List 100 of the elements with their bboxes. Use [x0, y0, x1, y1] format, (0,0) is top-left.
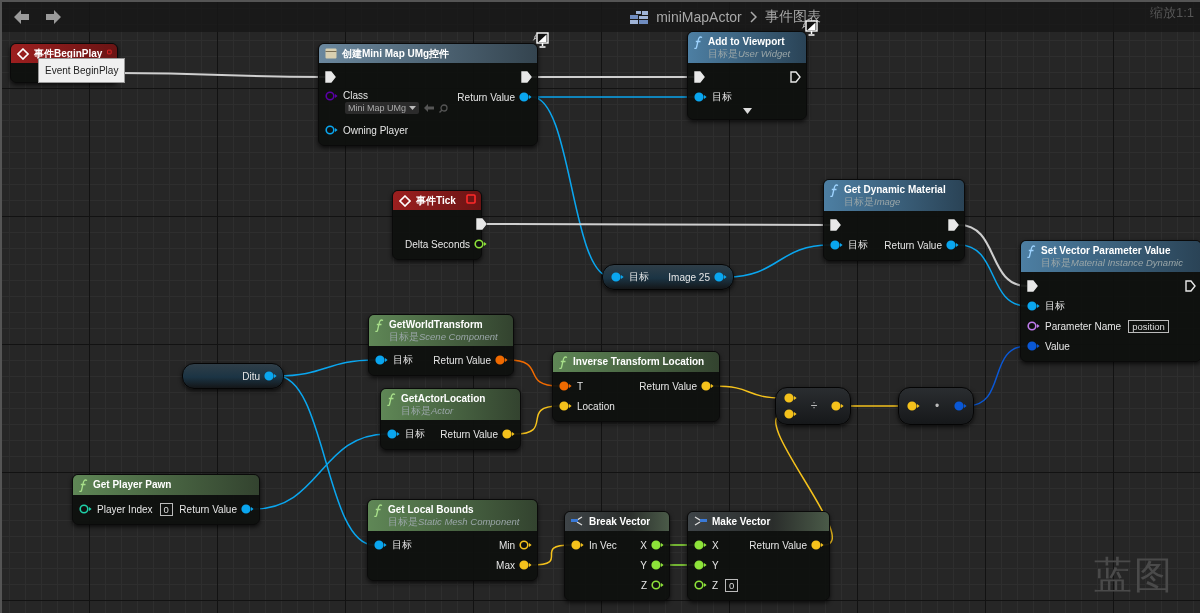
- exec-pin[interactable]: [1185, 280, 1196, 292]
- blueprint-name[interactable]: miniMapActor: [656, 9, 742, 25]
- exec-pin[interactable]: [948, 219, 959, 231]
- pin-label: T: [577, 380, 584, 392]
- pin-label: Return Value: [440, 428, 498, 440]
- data-pin[interactable]: [375, 355, 388, 365]
- exec-pin[interactable]: [1027, 280, 1038, 292]
- delegate-pin[interactable]: [466, 194, 476, 204]
- value-field[interactable]: 0: [159, 502, 173, 516]
- data-pin[interactable]: [651, 540, 664, 550]
- pin-label: Return Value: [433, 354, 491, 366]
- data-pin[interactable]: [387, 429, 400, 439]
- node-subtitle: 目标是Image: [844, 196, 902, 208]
- data-pin[interactable]: [701, 381, 714, 391]
- pin-label: 目标: [1045, 299, 1065, 313]
- diamond-icon: [17, 48, 29, 60]
- data-pin[interactable]: [571, 540, 584, 550]
- pin-label: Player Index: [97, 503, 153, 515]
- data-pin[interactable]: [694, 540, 707, 550]
- blueprint-icon: [630, 10, 649, 24]
- data-pin[interactable]: [264, 371, 277, 381]
- exec-pin[interactable]: [476, 218, 488, 230]
- operator-symbol: •: [934, 399, 940, 413]
- data-pin[interactable]: [1027, 301, 1040, 311]
- function-icon: [375, 319, 384, 332]
- function-icon: [374, 504, 383, 517]
- operator-symbol: ÷: [810, 399, 818, 413]
- node-title: Set Vector Parameter Value: [1041, 244, 1172, 257]
- data-pin[interactable]: [830, 240, 843, 250]
- data-pin[interactable]: [907, 401, 920, 411]
- data-pin[interactable]: [519, 540, 532, 550]
- box-icon: [325, 48, 337, 59]
- pin-label: In Vec: [589, 539, 617, 551]
- data-pin[interactable]: [495, 355, 508, 365]
- node-title: 事件Tick: [416, 194, 457, 207]
- data-pin[interactable]: [519, 560, 532, 570]
- data-pin[interactable]: [474, 239, 488, 249]
- search-icon[interactable]: [439, 103, 448, 113]
- data-pin[interactable]: [559, 401, 572, 411]
- node-title: Get Local Bounds: [388, 503, 475, 516]
- data-pin[interactable]: [694, 560, 707, 570]
- data-pin[interactable]: [502, 429, 515, 439]
- pin-label: Delta Seconds: [405, 238, 471, 250]
- node-subtitle: 目标是Scene Component: [389, 331, 499, 343]
- pin-label: Return Value: [457, 91, 515, 103]
- pin-label: Max: [496, 559, 515, 571]
- pin-label: 目标: [712, 90, 732, 104]
- exec-pin[interactable]: [694, 71, 705, 83]
- node-title: Make Vector: [712, 515, 772, 528]
- pin-label: 目标: [392, 538, 412, 552]
- data-pin[interactable]: [651, 580, 664, 590]
- data-pin[interactable]: [714, 272, 727, 282]
- expand-arrow-icon[interactable]: [742, 108, 752, 114]
- data-pin[interactable]: [784, 409, 797, 419]
- pin-label: X: [640, 539, 647, 551]
- forward-arrow-icon[interactable]: [46, 10, 61, 24]
- diamond-icon: [399, 195, 411, 207]
- node-subtitle: 目标是User Widget: [708, 48, 792, 60]
- pin-label: Owning Player: [343, 124, 409, 136]
- data-pin[interactable]: [374, 540, 387, 550]
- split-icon: [571, 516, 584, 527]
- arrow-left-icon[interactable]: [424, 104, 434, 112]
- value-field[interactable]: 0: [725, 578, 739, 592]
- data-pin[interactable]: [694, 580, 707, 590]
- merge-icon: [694, 516, 707, 527]
- node-title: 创建Mini Map UMg控件: [342, 47, 451, 60]
- exec-pin[interactable]: [325, 71, 336, 83]
- function-icon: [1027, 245, 1036, 258]
- value-field[interactable]: position: [1128, 319, 1169, 333]
- data-pin[interactable]: [241, 504, 254, 514]
- pin-label: X: [712, 539, 719, 551]
- pin-label: 目标: [393, 353, 413, 367]
- node-title: GetActorLocation: [401, 392, 487, 405]
- data-pin[interactable]: [811, 540, 824, 550]
- exec-pin[interactable]: [521, 71, 532, 83]
- function-icon: [559, 356, 568, 369]
- data-pin[interactable]: [325, 125, 338, 135]
- pin-label: Parameter Name: [1045, 320, 1122, 332]
- back-arrow-icon[interactable]: [14, 10, 29, 24]
- chevron-right-icon: [749, 11, 757, 23]
- exec-pin[interactable]: [830, 219, 841, 231]
- data-pin[interactable]: [559, 381, 572, 391]
- data-pin[interactable]: [1027, 321, 1040, 331]
- function-icon: [694, 36, 703, 49]
- pin-label: Return Value: [884, 239, 942, 251]
- data-pin[interactable]: [519, 92, 532, 102]
- class-dropdown[interactable]: Mini Map UMg: [345, 102, 419, 114]
- data-pin[interactable]: [651, 560, 664, 570]
- function-icon: [387, 393, 396, 406]
- exec-pin[interactable]: [790, 71, 801, 83]
- pin-label: Z: [712, 579, 719, 591]
- pin-label: Value: [1045, 340, 1070, 352]
- data-pin[interactable]: [694, 92, 707, 102]
- node-title: Break Vector: [589, 515, 652, 528]
- data-pin[interactable]: [946, 240, 959, 250]
- data-pin[interactable]: [784, 393, 797, 403]
- pin-label: Min: [498, 539, 515, 551]
- data-pin[interactable]: [831, 401, 844, 411]
- data-pin[interactable]: [611, 272, 624, 282]
- data-pin[interactable]: [79, 504, 92, 514]
